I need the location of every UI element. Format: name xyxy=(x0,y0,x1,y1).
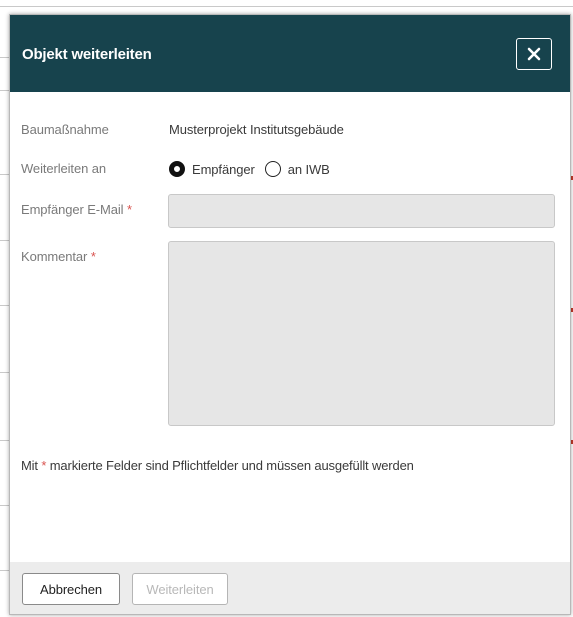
email-label-text: Empfänger E-Mail xyxy=(21,202,124,217)
forward-object-dialog: Objekt weiterleiten Baumaßnahme Musterpr… xyxy=(9,14,571,615)
radio-iwb-label: an IWB xyxy=(287,161,330,177)
radio-iwb[interactable]: an IWB xyxy=(264,161,330,177)
close-icon xyxy=(527,47,541,61)
required-marker: * xyxy=(90,249,96,264)
dialog-body: Baumaßnahme Musterprojekt Institutsgebäu… xyxy=(10,92,570,562)
comment-textarea[interactable] xyxy=(168,241,555,426)
dialog-footer: Abbrechen Weiterleiten xyxy=(10,562,570,614)
comment-label: Kommentar * xyxy=(21,249,96,264)
background-divider xyxy=(0,372,9,373)
dialog-title: Objekt weiterleiten xyxy=(22,46,152,63)
email-label: Empfänger E-Mail * xyxy=(21,202,132,217)
dialog-header: Objekt weiterleiten xyxy=(10,15,570,92)
background-divider xyxy=(0,90,9,91)
radio-recipient[interactable]: Empfänger xyxy=(169,161,255,177)
background-divider xyxy=(0,240,9,241)
cancel-button[interactable]: Abbrechen xyxy=(22,573,120,605)
background-divider xyxy=(0,57,9,58)
hint-suffix: markierte Felder sind Pflichtfelder und … xyxy=(49,458,414,473)
background-divider xyxy=(0,440,9,441)
forward-to-label: Weiterleiten an xyxy=(21,161,106,176)
required-fields-hint: Mit * markierte Felder sind Pflichtfelde… xyxy=(21,458,414,473)
project-label: Baumaßnahme xyxy=(21,122,109,137)
comment-label-text: Kommentar xyxy=(21,249,88,264)
hint-prefix: Mit xyxy=(21,458,38,473)
close-button[interactable] xyxy=(516,38,552,70)
background-divider xyxy=(0,6,573,7)
project-value: Musterprojekt Institutsgebäude xyxy=(169,122,344,137)
background-divider xyxy=(0,570,9,571)
background-divider xyxy=(0,174,9,175)
radio-unchecked-icon xyxy=(264,161,281,177)
radio-checked-icon xyxy=(169,161,185,177)
required-marker: * xyxy=(126,202,132,217)
hint-required-marker: * xyxy=(41,458,47,473)
forward-button[interactable]: Weiterleiten xyxy=(132,573,228,605)
background-divider xyxy=(0,305,9,306)
radio-recipient-label: Empfänger xyxy=(192,161,255,177)
background-divider xyxy=(0,505,9,506)
forward-to-radio-group: Empfänger an IWB xyxy=(169,161,340,177)
email-field[interactable] xyxy=(168,194,555,228)
